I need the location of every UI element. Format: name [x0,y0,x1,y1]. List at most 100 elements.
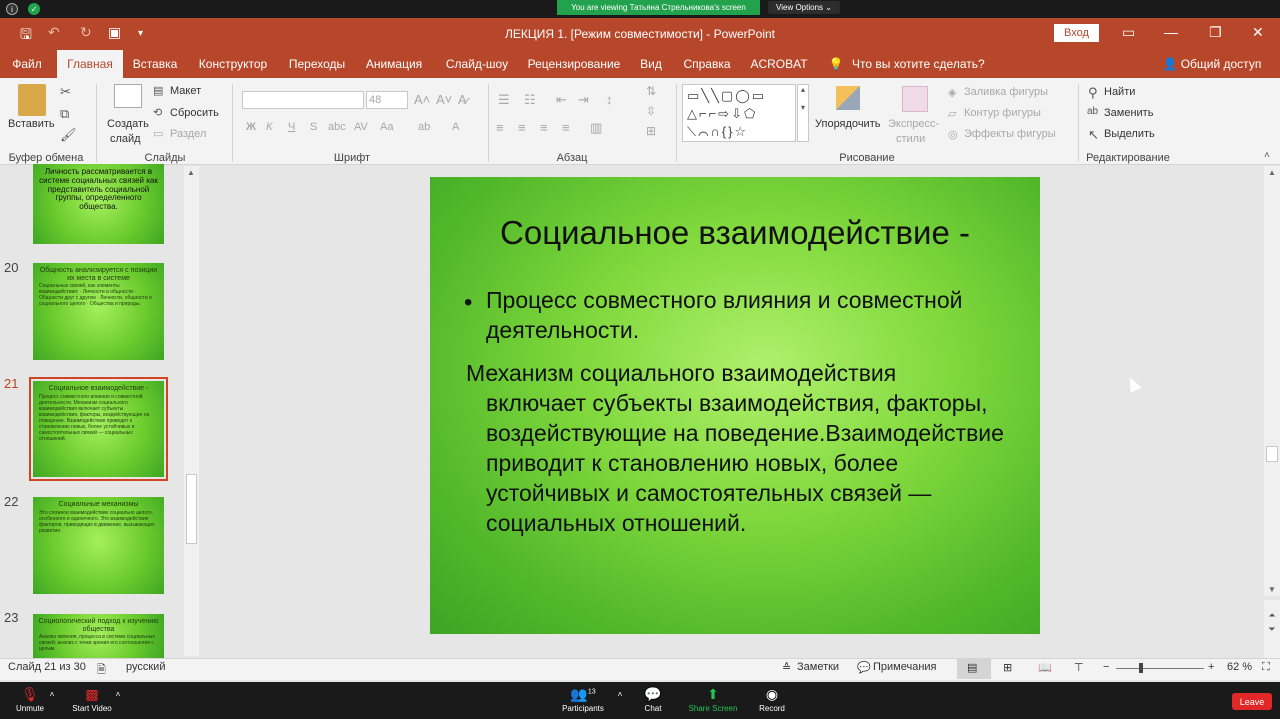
slide-thumbnail-23[interactable]: Социологический подход к изучению общест… [33,614,164,658]
replace-button[interactable]: Заменить [1104,107,1153,119]
record-button[interactable]: ◉ Record [754,686,790,713]
notes-icon[interactable]: ≙ [782,661,791,674]
scroll-up-icon[interactable]: ▲ [187,168,195,177]
tab-slideshow[interactable]: Слайд-шоу [440,50,514,78]
text-direction-icon[interactable]: ⇅ [646,84,656,98]
line-spacing-icon[interactable]: ↕ [606,92,613,107]
shapes-gallery-icons[interactable]: ▭╲╲▢◯▭ △⌐⌐⇨⇩⬠ ⟍⌒∩{}☆ [687,87,766,141]
comments-button[interactable]: Примечания [873,661,937,673]
copy-icon[interactable]: ⧉ [60,106,69,122]
layout-icon[interactable]: ▤ [153,84,163,97]
font-name-input[interactable] [242,91,364,109]
ribbon-display-icon[interactable]: ▭ [1122,24,1135,41]
language-indicator[interactable]: русский [126,661,165,673]
increase-indent-icon[interactable]: ⇥ [578,92,589,108]
login-button[interactable]: Вход [1054,24,1099,42]
reset-button[interactable]: Сбросить [170,107,219,119]
tab-acrobat[interactable]: ACROBAT [746,50,812,78]
shadow-icon[interactable]: S [310,121,317,133]
tab-help[interactable]: Справка [678,50,736,78]
redo-icon[interactable]: ↻ [80,24,92,41]
comments-icon[interactable]: 💬 [857,661,871,674]
shape-outline-icon[interactable]: ▱ [948,107,956,120]
slide-nav-buttons[interactable]: ⏶ ⏷ [1264,600,1280,658]
select-button[interactable]: Выделить [1104,128,1155,140]
person-icon[interactable]: 👤 [1162,50,1178,78]
slide-title[interactable]: Социальное взаимодействие - [430,214,1040,252]
slide-scrollbar[interactable] [1264,166,1280,596]
italic-icon[interactable]: К [266,121,272,133]
start-video-button[interactable]: ▩ Start Video [66,686,118,713]
paste-button[interactable]: Вставить [8,118,55,130]
save-icon[interactable]: 🖫 [20,24,32,48]
restore-icon[interactable]: ❐ [1209,24,1222,41]
tab-view[interactable]: Вид [632,50,670,78]
quick-styles-button-line2[interactable]: стили [896,133,925,145]
spacing-icon[interactable]: AV [354,121,368,133]
participants-button[interactable]: 👥13 Participants [560,686,606,713]
tab-insert[interactable]: Вставка [128,50,182,78]
share-screen-button[interactable]: ⬆ Share Screen [686,686,740,713]
shield-icon[interactable]: ✓ [28,3,40,15]
tab-transitions[interactable]: Переходы [282,50,352,78]
spellcheck-icon[interactable]: 🗎 [97,661,106,680]
current-slide[interactable]: Социальное взаимодействие - • Процесс со… [430,177,1040,634]
leave-button[interactable]: Leave [1232,693,1272,710]
share-button[interactable]: Общий доступ [1180,50,1262,78]
select-icon[interactable]: ↖ [1088,127,1099,143]
info-icon[interactable]: i [6,3,18,15]
format-painter-icon[interactable]: 🖌 [60,127,77,143]
bullets-icon[interactable]: ☰ [498,92,510,108]
shapes-gallery[interactable]: ▭╲╲▢◯▭ △⌐⌐⇨⇩⬠ ⟍⌒∩{}☆ [682,84,796,142]
new-slide-button-line2[interactable]: слайд [110,133,141,145]
new-slide-icon[interactable] [114,84,142,108]
thumbnail-scrollbar[interactable] [184,166,199,656]
justify-icon[interactable]: ≡ [562,120,570,135]
customize-qat-icon[interactable]: ▾ [138,28,143,39]
undo-icon[interactable]: ↶ [48,24,60,41]
scroll-down-icon[interactable]: ▼ [1268,585,1276,594]
reset-icon[interactable]: ⟲ [153,106,162,119]
find-icon[interactable]: ⚲ [1088,85,1098,101]
zoom-level[interactable]: 62 % [1227,661,1252,673]
font-size-input[interactable]: 48 [366,91,408,109]
notes-button[interactable]: Заметки [797,661,839,673]
align-right-icon[interactable]: ≡ [540,120,548,135]
underline-icon[interactable]: Ч [288,121,295,133]
collapse-ribbon-icon[interactable]: ˄ [1264,150,1270,161]
reading-view-icon[interactable]: 📖 [1038,661,1052,674]
fit-slide-icon[interactable]: ⛶ [1262,661,1270,674]
align-text-icon[interactable]: ⇳ [646,104,656,118]
tab-animations[interactable]: Анимация [360,50,428,78]
new-slide-button[interactable]: Создать [107,118,149,130]
paste-icon[interactable] [18,84,46,116]
slide-bullet-text[interactable]: Процесс совместного влияния и совместной… [486,285,1006,345]
slide-scroll-thumb[interactable] [1266,446,1278,462]
scroll-up-icon[interactable]: ▲ [1268,168,1276,177]
slide-thumbnail-19[interactable]: Личность рассматривается в системе социа… [33,164,164,244]
quick-styles-icon[interactable] [902,86,928,112]
clear-format-icon[interactable]: A̷ [458,92,467,107]
slide-sorter-icon[interactable]: ⊞ [1003,661,1012,674]
shape-fill-icon[interactable]: ◈ [948,86,956,99]
view-options-button[interactable]: View Options ⌄ [768,1,840,14]
present-icon[interactable]: ▣ [108,24,121,41]
slide-paragraph[interactable]: Механизм социального взаимодействия вклю… [466,358,1026,538]
unmute-button[interactable]: 🎙 Unmute [10,686,50,713]
align-center-icon[interactable]: ≡ [518,120,526,135]
zoom-slider-track[interactable] [1116,668,1204,669]
lightbulb-icon[interactable]: 💡 [824,50,848,78]
section-icon[interactable]: ▭ [153,127,163,140]
shape-outline-button[interactable]: Контур фигуры [964,107,1041,119]
tell-me-search[interactable]: Что вы хотите сделать? [852,50,1002,78]
highlight-icon[interactable]: ab [418,121,430,133]
shape-fill-button[interactable]: Заливка фигуры [964,86,1048,98]
smartart-icon[interactable]: ⊞ [646,124,656,138]
tab-review[interactable]: Рецензирование [523,50,625,78]
decrease-font-icon[interactable]: A˅ [436,92,452,107]
zoom-in-icon[interactable]: + [1208,661,1214,673]
shapes-gallery-scroll[interactable]: ▴ ▾ [797,84,809,142]
strikethrough-icon[interactable]: abc [328,121,346,133]
shape-effects-icon[interactable]: ◎ [948,128,958,141]
arrange-button[interactable]: Упорядочить [815,118,880,130]
